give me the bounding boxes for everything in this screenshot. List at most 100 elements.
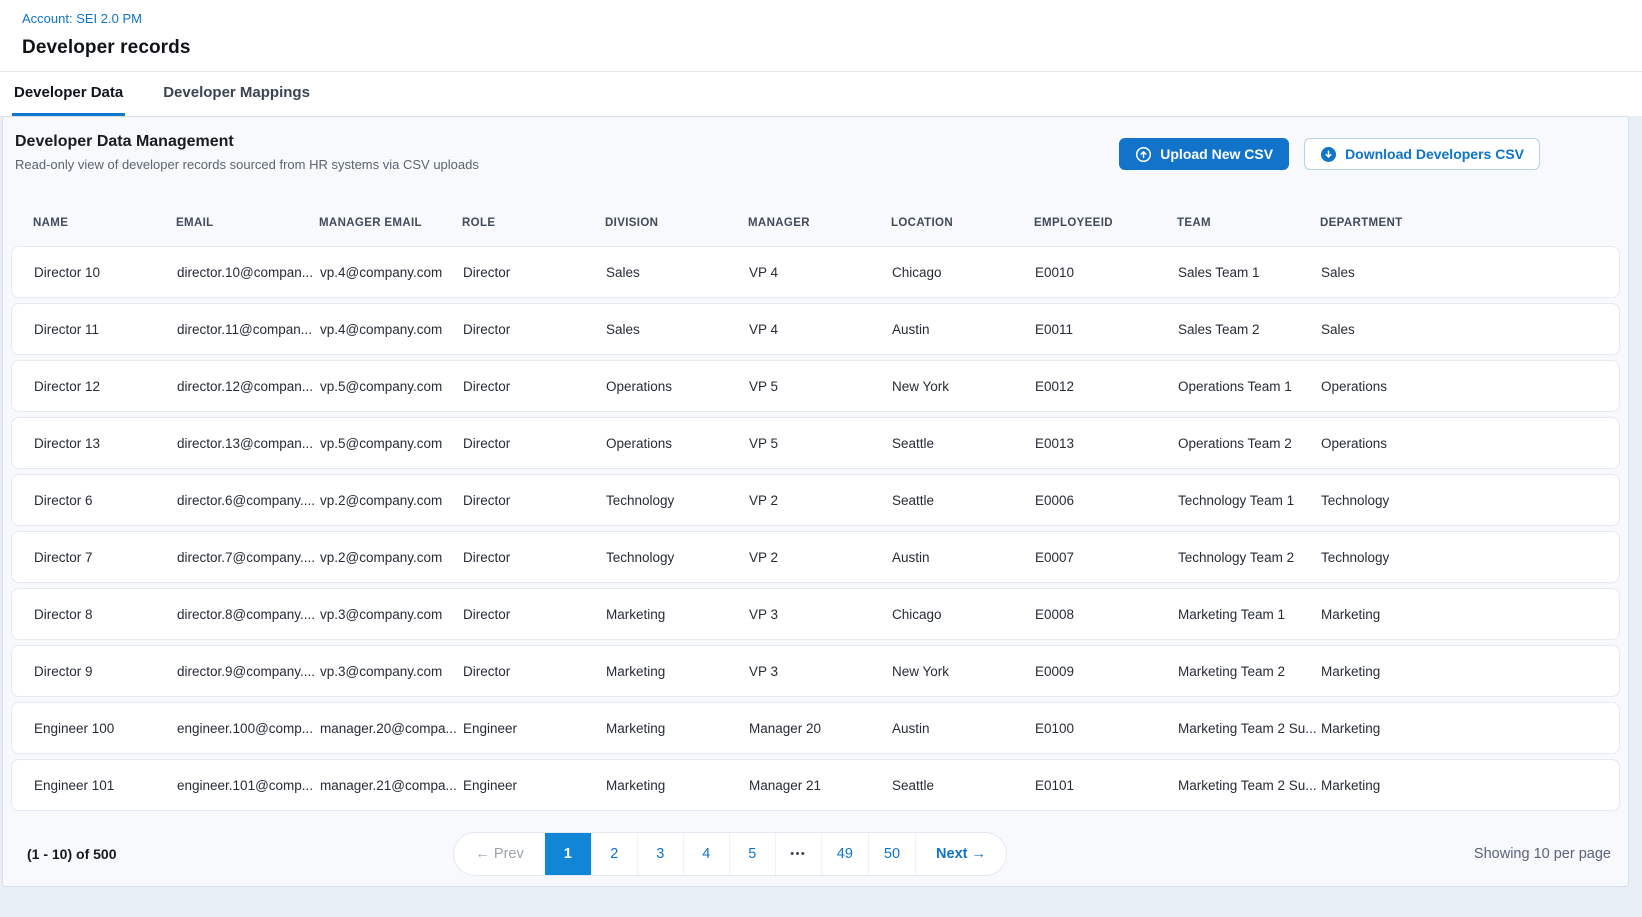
table-cell: director.6@company.... bbox=[177, 493, 320, 508]
table-cell: Seattle bbox=[892, 493, 1035, 508]
table-cell: Marketing Team 2 Su... bbox=[1178, 778, 1321, 793]
developer-data-panel: Developer Data Management Read-only view… bbox=[2, 116, 1629, 887]
table-cell: Sales Team 2 bbox=[1178, 322, 1321, 337]
download-icon bbox=[1320, 146, 1337, 163]
table-cell: Sales bbox=[1321, 322, 1619, 337]
table-cell: director.7@company.... bbox=[177, 550, 320, 565]
table-cell: director.10@compan... bbox=[177, 265, 320, 280]
upload-new-csv-button[interactable]: Upload New CSV bbox=[1119, 138, 1289, 170]
table-cell: Marketing bbox=[606, 721, 749, 736]
table-cell: Austin bbox=[892, 322, 1035, 337]
table-cell: Director 6 bbox=[34, 493, 177, 508]
table-cell: director.9@company.... bbox=[177, 664, 320, 679]
per-page-label: Showing 10 per page bbox=[1474, 846, 1611, 862]
table-cell: Director 12 bbox=[34, 379, 177, 394]
table-cell: Marketing bbox=[1321, 721, 1619, 736]
table-cell: Engineer 100 bbox=[34, 721, 177, 736]
table-cell: VP 4 bbox=[749, 322, 892, 337]
tab-developer-data[interactable]: Developer Data bbox=[12, 72, 125, 116]
table-cell: Director bbox=[463, 550, 606, 565]
table-cell: Director bbox=[463, 493, 606, 508]
main-area: Developer Data Management Read-only view… bbox=[0, 116, 1642, 917]
table-cell: director.8@company.... bbox=[177, 607, 320, 622]
table-cell: Marketing bbox=[606, 664, 749, 679]
table-cell: vp.2@company.com bbox=[320, 550, 463, 565]
account-breadcrumb-link[interactable]: Account: SEI 2.0 PM bbox=[22, 11, 142, 26]
table-cell: VP 3 bbox=[749, 607, 892, 622]
column-header: LOCATION bbox=[891, 217, 1034, 229]
table-cell: Director 10 bbox=[34, 265, 177, 280]
table-cell: director.11@compan... bbox=[177, 322, 320, 337]
table-cell: director.12@compan... bbox=[177, 379, 320, 394]
table-cell: Engineer bbox=[463, 778, 606, 793]
download-developers-csv-button[interactable]: Download Developers CSV bbox=[1304, 138, 1540, 170]
table-cell: Sales bbox=[1321, 265, 1619, 280]
table-cell: VP 2 bbox=[749, 550, 892, 565]
column-header: EMPLOYEEID bbox=[1034, 217, 1177, 229]
table-cell: Technology bbox=[606, 493, 749, 508]
table-cell: VP 5 bbox=[749, 436, 892, 451]
table-cell: engineer.100@comp... bbox=[177, 721, 320, 736]
table-cell: Chicago bbox=[892, 265, 1035, 280]
upload-button-label: Upload New CSV bbox=[1160, 146, 1273, 162]
table-cell: New York bbox=[892, 664, 1035, 679]
prev-page-button[interactable]: ← Prev bbox=[454, 833, 544, 875]
table-cell: E0010 bbox=[1035, 265, 1178, 280]
table-cell: E0012 bbox=[1035, 379, 1178, 394]
table-cell: Operations Team 1 bbox=[1178, 379, 1321, 394]
table-row: Director 8director.8@company....vp.3@com… bbox=[11, 588, 1620, 640]
column-header: TEAM bbox=[1177, 217, 1320, 229]
table-cell: director.13@compan... bbox=[177, 436, 320, 451]
page-button[interactable]: 49 bbox=[821, 833, 868, 875]
table-cell: Manager 20 bbox=[749, 721, 892, 736]
page-button[interactable]: 4 bbox=[683, 833, 729, 875]
page: Account: SEI 2.0 PM Developer records De… bbox=[0, 0, 1642, 917]
page-button[interactable]: 2 bbox=[591, 833, 637, 875]
table-cell: Manager 21 bbox=[749, 778, 892, 793]
tab-bar: Developer Data Developer Mappings bbox=[0, 71, 1642, 116]
table-cell: Sales Team 1 bbox=[1178, 265, 1321, 280]
page-button[interactable]: 5 bbox=[729, 833, 775, 875]
pagination-range-label: (1 - 10) of 500 bbox=[27, 846, 116, 862]
table-cell: Director 7 bbox=[34, 550, 177, 565]
page-button[interactable]: 3 bbox=[637, 833, 683, 875]
table-cell: Marketing Team 2 Su... bbox=[1178, 721, 1321, 736]
table-cell: manager.20@compa... bbox=[320, 721, 463, 736]
table-body: Director 10director.10@compan... vp.4@com… bbox=[3, 246, 1628, 811]
table-cell: E0101 bbox=[1035, 778, 1178, 793]
table-cell: Director bbox=[463, 322, 606, 337]
table-cell: engineer.101@comp... bbox=[177, 778, 320, 793]
table-cell: New York bbox=[892, 379, 1035, 394]
table-cell: vp.4@company.com bbox=[320, 322, 463, 337]
table-cell: Director 9 bbox=[34, 664, 177, 679]
table-cell: E0013 bbox=[1035, 436, 1178, 451]
table-cell: Operations bbox=[1321, 436, 1619, 451]
table-row: Director 13director.13@compan...vp.5@com… bbox=[11, 417, 1620, 469]
page-button[interactable]: 1 bbox=[545, 833, 591, 875]
table-cell: Director 11 bbox=[34, 322, 177, 337]
pagination-ellipsis: ••• bbox=[775, 833, 821, 875]
panel-heading-block: Developer Data Management Read-only view… bbox=[15, 133, 479, 172]
table-cell: Marketing Team 1 bbox=[1178, 607, 1321, 622]
page-title: Developer records bbox=[22, 37, 1642, 59]
table-row: Director 7director.7@company....vp.2@com… bbox=[11, 531, 1620, 583]
table-cell: Director bbox=[463, 664, 606, 679]
table-row: Director 6director.6@company....vp.2@com… bbox=[11, 474, 1620, 526]
tab-developer-mappings[interactable]: Developer Mappings bbox=[161, 72, 312, 116]
table-cell: Sales bbox=[606, 322, 749, 337]
table-cell: Director bbox=[463, 265, 606, 280]
table-cell: Engineer 101 bbox=[34, 778, 177, 793]
table-cell: Operations Team 2 bbox=[1178, 436, 1321, 451]
table-cell: Technology bbox=[1321, 550, 1619, 565]
table-cell: E0006 bbox=[1035, 493, 1178, 508]
table-cell: Austin bbox=[892, 721, 1035, 736]
table-cell: Seattle bbox=[892, 436, 1035, 451]
table-row: Director 12director.12@compan...vp.5@com… bbox=[11, 360, 1620, 412]
table-cell: Engineer bbox=[463, 721, 606, 736]
table-cell: vp.5@company.com bbox=[320, 436, 463, 451]
next-page-button[interactable]: Next → bbox=[915, 833, 1006, 875]
table-cell: Chicago bbox=[892, 607, 1035, 622]
table-cell: Marketing Team 2 bbox=[1178, 664, 1321, 679]
column-header: MANAGER EMAIL bbox=[319, 217, 462, 229]
page-button[interactable]: 50 bbox=[868, 833, 915, 875]
